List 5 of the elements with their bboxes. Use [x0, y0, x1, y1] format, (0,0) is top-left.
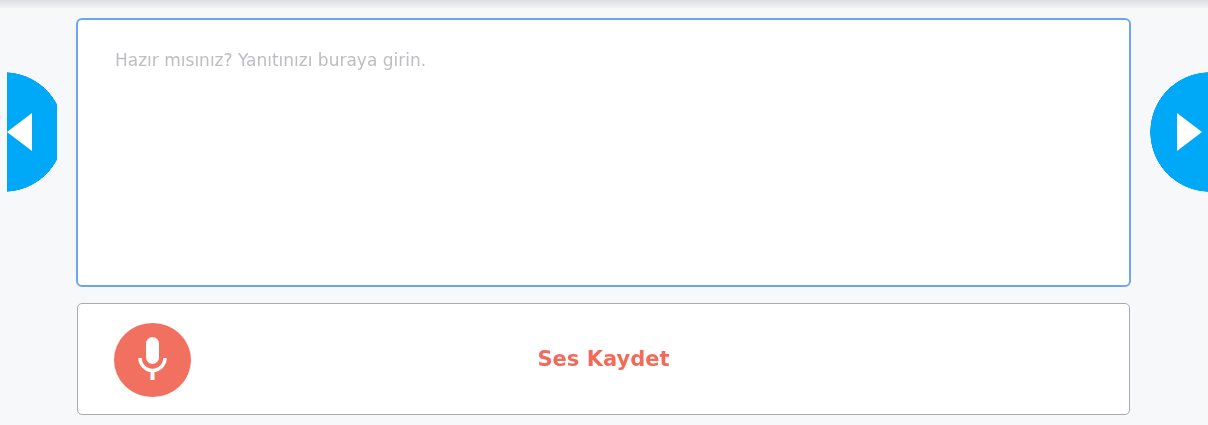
record-audio-button[interactable]: Ses Kaydet — [77, 303, 1130, 415]
left-triangle-icon — [7, 113, 32, 151]
microphone-icon — [114, 323, 191, 397]
right-triangle-icon — [1177, 113, 1202, 151]
answer-field[interactable]: Hazır mısınız? Yanıtınızı buraya girin. — [76, 18, 1131, 287]
